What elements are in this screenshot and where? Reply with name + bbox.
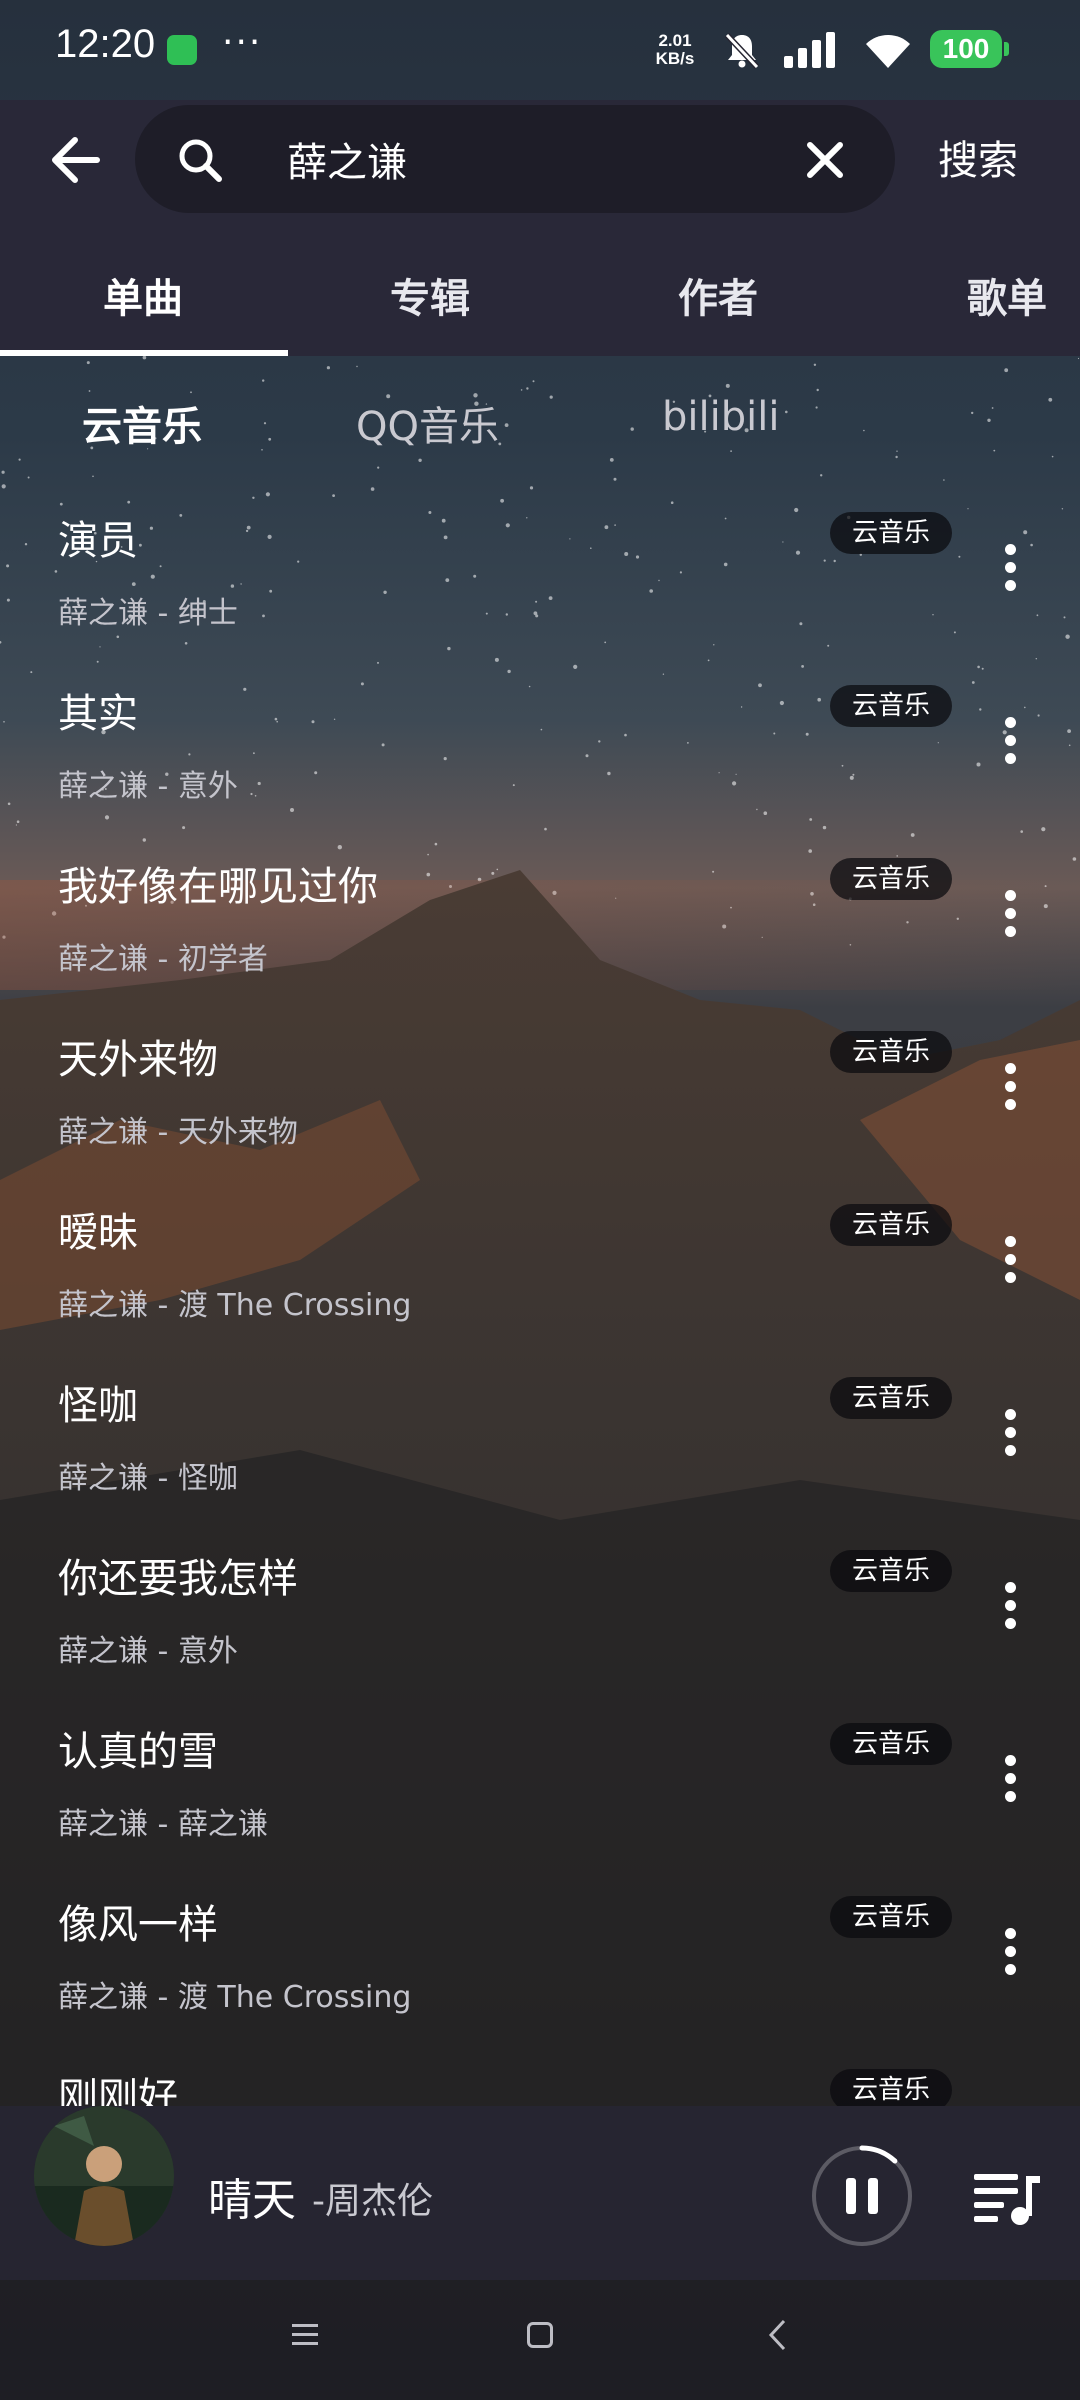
song-item[interactable]: 刚刚好 云音乐 bbox=[0, 2023, 1080, 2106]
more-options-icon[interactable] bbox=[990, 1928, 1030, 1988]
result-type-tabs: 单曲 专辑 作者 歌单 bbox=[0, 230, 1080, 356]
network-speed-unit: KB/s bbox=[655, 49, 695, 68]
source-tab-qq[interactable]: QQ音乐 bbox=[356, 394, 499, 452]
song-item[interactable]: 我好像在哪见过你 薛之谦 - 初学者 云音乐 bbox=[0, 812, 1080, 985]
clear-icon[interactable] bbox=[800, 135, 850, 185]
song-title: 我好像在哪见过你 bbox=[58, 864, 378, 910]
song-item[interactable]: 演员 薛之谦 - 绅士 云音乐 bbox=[0, 466, 1080, 639]
tab-artists[interactable]: 作者 bbox=[678, 266, 758, 324]
recents-menu-icon[interactable] bbox=[290, 2322, 320, 2348]
source-badge: 云音乐 bbox=[830, 1723, 953, 1765]
playback-progress-ring bbox=[859, 2145, 898, 2164]
song-item[interactable]: 暧昧 薛之谦 - 渡 The Crossing 云音乐 bbox=[0, 1158, 1080, 1331]
signal-icon bbox=[784, 32, 835, 68]
song-artist-album: 薛之谦 - 渡 The Crossing bbox=[58, 1288, 412, 1323]
source-badge: 云音乐 bbox=[830, 2069, 953, 2106]
song-title: 像风一样 bbox=[58, 1902, 218, 1948]
song-artist-album: 薛之谦 - 薛之谦 bbox=[58, 1807, 268, 1842]
album-cover[interactable] bbox=[34, 2106, 174, 2246]
source-badge: 云音乐 bbox=[830, 1550, 953, 1592]
search-input[interactable] bbox=[285, 123, 789, 195]
more-options-icon[interactable] bbox=[990, 1409, 1030, 1469]
now-playing-artist: -周杰伦 bbox=[312, 2181, 433, 2222]
search-icon bbox=[179, 139, 222, 182]
search-button[interactable]: 搜索 bbox=[938, 128, 1018, 186]
back-chevron-icon[interactable] bbox=[766, 2318, 788, 2352]
more-options-icon[interactable] bbox=[990, 1063, 1030, 1123]
more-options-icon[interactable] bbox=[990, 717, 1030, 777]
source-badge: 云音乐 bbox=[830, 1204, 953, 1246]
status-time: 12:20 bbox=[55, 22, 156, 66]
song-artist-album: 薛之谦 - 怪咖 bbox=[58, 1461, 238, 1496]
search-box[interactable] bbox=[135, 105, 895, 213]
song-title: 暧昧 bbox=[58, 1210, 138, 1256]
source-badge: 云音乐 bbox=[830, 685, 953, 727]
source-badge: 云音乐 bbox=[830, 1896, 953, 1938]
song-title: 认真的雪 bbox=[58, 1729, 218, 1775]
source-tab-bilibili[interactable]: bilibili bbox=[662, 394, 779, 440]
song-title: 你还要我怎样 bbox=[58, 1556, 298, 1602]
battery-icon: 100 bbox=[930, 30, 1002, 68]
song-artist-album: 薛之谦 - 渡 The Crossing bbox=[58, 1980, 412, 2015]
song-title: 天外来物 bbox=[58, 1037, 218, 1083]
source-badge: 云音乐 bbox=[830, 858, 953, 900]
song-item[interactable]: 你还要我怎样 薛之谦 - 意外 云音乐 bbox=[0, 1504, 1080, 1677]
song-artist-album: 薛之谦 - 意外 bbox=[58, 1634, 238, 1669]
song-artist-album: 薛之谦 - 意外 bbox=[58, 769, 238, 804]
song-item[interactable]: 认真的雪 薛之谦 - 薛之谦 云音乐 bbox=[0, 1677, 1080, 1850]
song-item[interactable]: 其实 薛之谦 - 意外 云音乐 bbox=[0, 639, 1080, 812]
network-speed: 2.01 KB/s bbox=[648, 32, 702, 68]
tab-songs[interactable]: 单曲 bbox=[103, 266, 183, 324]
more-options-icon[interactable] bbox=[990, 890, 1030, 950]
source-badge: 云音乐 bbox=[830, 1377, 953, 1419]
pause-icon[interactable] bbox=[808, 2142, 916, 2250]
source-badge: 云音乐 bbox=[830, 1031, 953, 1073]
song-list: 演员 薛之谦 - 绅士 云音乐 其实 薛之谦 - 意外 云音乐 我好像在哪见过你… bbox=[0, 466, 1080, 2106]
source-tabs: 云音乐 QQ音乐 bilibili bbox=[0, 356, 1080, 466]
song-title: 演员 bbox=[58, 518, 138, 564]
battery-tip bbox=[1004, 42, 1009, 56]
bell-off-icon bbox=[724, 32, 760, 70]
home-square-icon[interactable] bbox=[527, 2322, 553, 2348]
network-speed-value: 2.01 bbox=[658, 31, 692, 50]
search-toolbar: 搜索 bbox=[0, 100, 1080, 230]
mini-player[interactable]: 晴天 -周杰伦 bbox=[0, 2106, 1080, 2280]
album-art-image bbox=[34, 2106, 174, 2246]
tab-playlists[interactable]: 歌单 bbox=[967, 266, 1047, 324]
tab-albums[interactable]: 专辑 bbox=[390, 266, 470, 324]
song-artist-album: 薛之谦 - 绅士 bbox=[58, 596, 238, 631]
song-artist-album: 薛之谦 - 初学者 bbox=[58, 942, 268, 977]
song-item[interactable]: 怪咖 薛之谦 - 怪咖 云音乐 bbox=[0, 1331, 1080, 1504]
now-playing-title: 晴天 bbox=[208, 2175, 296, 2226]
song-item[interactable]: 天外来物 薛之谦 - 天外来物 云音乐 bbox=[0, 985, 1080, 1158]
song-artist-album: 薛之谦 - 天外来物 bbox=[58, 1115, 298, 1150]
status-bar: 12:20 ··· 2.01 KB/s 100 bbox=[0, 0, 1080, 100]
shield-icon bbox=[167, 35, 197, 65]
song-title: 其实 bbox=[58, 691, 138, 737]
status-more-indicator: ··· bbox=[222, 22, 263, 63]
song-title: 刚刚好 bbox=[58, 2075, 178, 2106]
back-arrow-icon[interactable] bbox=[45, 130, 105, 190]
source-tab-netease[interactable]: 云音乐 bbox=[82, 394, 202, 452]
song-item[interactable]: 像风一样 薛之谦 - 渡 The Crossing 云音乐 bbox=[0, 1850, 1080, 2023]
song-title: 怪咖 bbox=[58, 1383, 138, 1429]
more-options-icon[interactable] bbox=[990, 1582, 1030, 1642]
more-options-icon[interactable] bbox=[990, 544, 1030, 604]
more-options-icon[interactable] bbox=[990, 1236, 1030, 1296]
playlist-queue-icon[interactable] bbox=[972, 2170, 1042, 2226]
source-badge: 云音乐 bbox=[830, 512, 953, 554]
system-navigation-bar bbox=[0, 2280, 1080, 2400]
wifi-icon bbox=[866, 35, 910, 68]
more-options-icon[interactable] bbox=[990, 1755, 1030, 1815]
